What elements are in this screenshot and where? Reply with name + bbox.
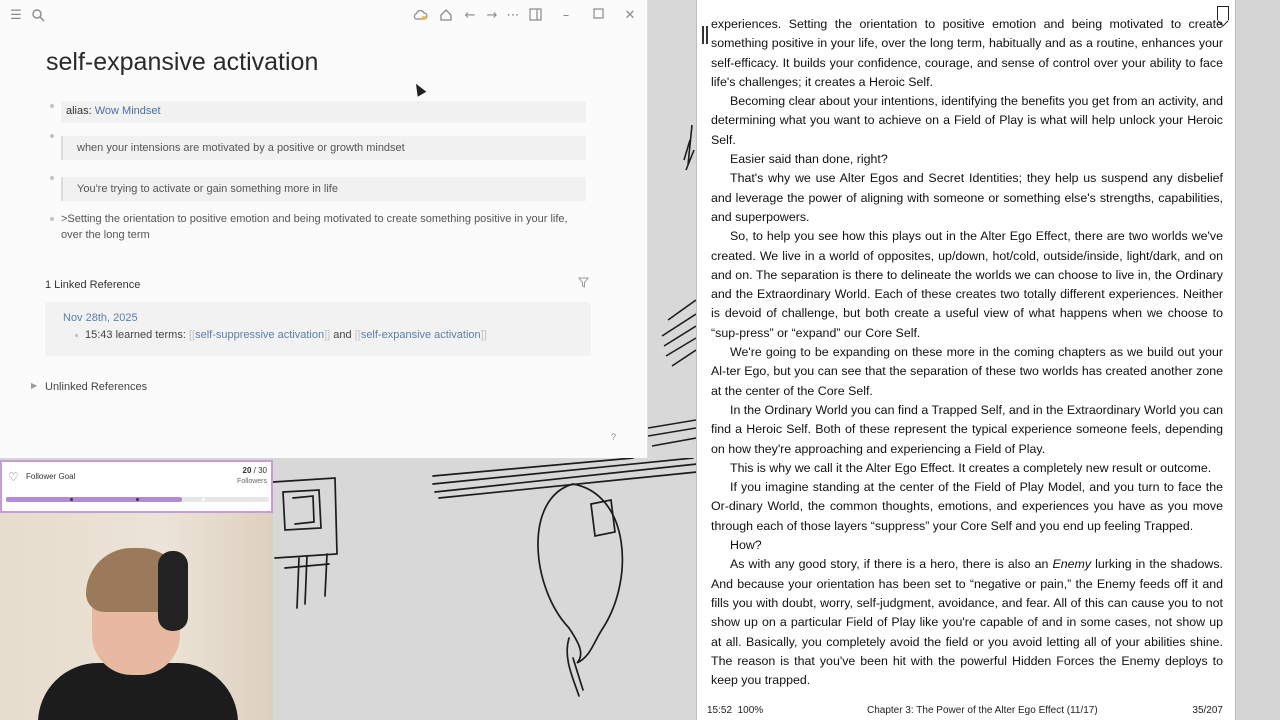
unlinked-references-toggle[interactable]: Unlinked References [45,381,147,393]
emphasis-text: Enemy [1052,557,1092,572]
headphones-icon [158,551,188,631]
paragraph: If you imagine standing at the center of… [711,480,1223,533]
quote-block[interactable]: when your intensions are motivated by a … [61,136,586,160]
page-title[interactable]: self-expansive activation [46,48,318,77]
battery-level: 100% [737,705,764,716]
notes-window: ☰ ← → ⋯ – ✕ self-expansive activation al… [0,0,648,458]
status-time: 15:52 100% [707,705,763,716]
expand-arrow-icon[interactable]: ▶ [31,381,37,390]
paragraph: So, to help you see how this plays out i… [711,229,1223,340]
drawing-canvas[interactable] [272,457,698,720]
paragraph: As with any good story, if there is a he… [711,555,1223,690]
block-bullet[interactable] [50,217,54,221]
help-button[interactable]: ? [611,432,616,442]
reference-conjunction: and [330,329,355,341]
paragraph: That's why we use Alter Egos and Secret … [711,171,1223,224]
home-icon[interactable] [438,8,454,24]
alias-property[interactable]: alias: Wow Mindset [61,101,586,123]
reader-footer: 15:52 100% Chapter 3: The Power of the A… [697,703,1237,720]
block-bullet[interactable] [50,176,54,180]
alias-link[interactable]: Wow Mindset [95,105,161,117]
page-number: 35/207 [1192,705,1223,716]
paragraph: In the Ordinary World you can find a Tra… [711,402,1223,456]
search-icon[interactable] [30,8,46,24]
reference-date-link[interactable]: Nov 28th, 2025 [63,312,138,324]
book-page-text: experiences. Setting the orientation to … [711,15,1223,690]
title-bar: ☰ ← → ⋯ – ✕ [0,0,648,32]
reference-text[interactable]: 15:43 learned terms: [[self-suppressive … [85,329,487,341]
quote-block[interactable]: You're trying to activate or gain someth… [61,177,586,201]
sidebar-toggle-icon[interactable] [527,8,543,24]
maximize-icon[interactable] [590,8,606,24]
goal-progress-fill [6,497,183,502]
forward-arrow-icon[interactable]: → [484,8,500,24]
close-icon[interactable]: ✕ [622,8,638,24]
minimize-icon[interactable]: – [558,8,574,24]
more-icon[interactable]: ⋯ [505,8,521,24]
reference-prefix: 15:43 learned terms: [85,329,189,341]
goal-count: 20 / 30 [243,466,267,475]
drag-handle-icon[interactable] [702,26,708,44]
chapter-title: Chapter 3: The Power of the Alter Ego Ef… [867,705,1098,716]
paragraph: Easier said than done, right? [730,152,888,167]
clock-time: 15:52 [707,705,733,716]
bracket: ]] [480,329,487,341]
page-link-suppressive[interactable]: self-suppressive activation [195,329,324,341]
linked-references-header[interactable]: 1 Linked Reference [45,279,140,291]
reference-bullet [75,334,78,337]
block-bullet[interactable] [50,104,54,108]
desktop-background [1236,0,1280,720]
paragraph: We're going to be expanding on these mor… [711,345,1223,398]
cloud-sync-icon[interactable] [412,8,428,24]
goal-label: Follower Goal [26,472,76,481]
ebook-reader: experiences. Setting the orientation to … [696,0,1236,720]
paragraph-text: lurking in the shadows. And because your… [711,557,1223,688]
heart-icon: ♡ [8,470,19,484]
goal-milestone [136,498,139,501]
goal-unit: Followers [237,478,267,485]
follower-goal-widget: ♡ Follower Goal 20 / 30 Followers [0,460,273,513]
block-bullet[interactable] [50,134,54,138]
webcam-feed [0,513,273,720]
drawing-strip [647,0,697,458]
mouse-cursor-icon [411,81,427,97]
text-block[interactable]: >Setting the orientation to positive emo… [61,211,591,243]
reference-card: Nov 28th, 2025 15:43 learned terms: [[se… [45,302,591,356]
back-arrow-icon[interactable]: ← [462,8,478,24]
paragraph: experiences. Setting the orientation to … [711,17,1223,89]
property-key: alias: [66,105,92,117]
filter-icon[interactable] [577,277,590,291]
paragraph-text: As with any good story, if there is a he… [730,557,1053,572]
goal-target: 30 [258,466,267,475]
paragraph: How? [730,538,762,553]
goal-milestone [202,498,205,501]
goal-milestone [70,498,73,501]
scrollbar[interactable] [634,34,642,454]
menu-icon[interactable]: ☰ [8,8,24,24]
page-link-expansive[interactable]: self-expansive activation [361,329,481,341]
paragraph: This is why we call it the Alter Ego Eff… [730,460,1212,475]
paragraph: Becoming clear about your intentions, id… [711,94,1223,147]
goal-progress-track [6,497,269,502]
